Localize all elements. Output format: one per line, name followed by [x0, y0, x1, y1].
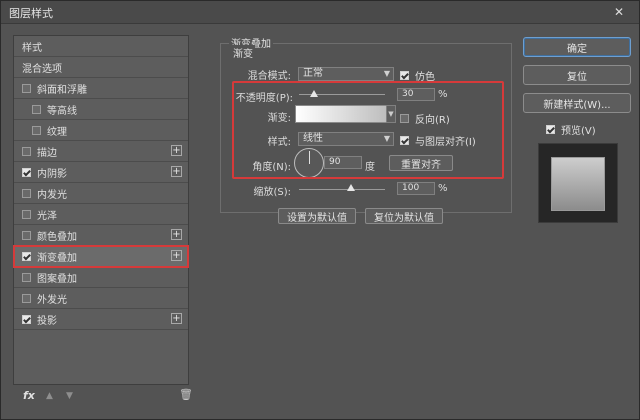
checkbox-checked-icon[interactable] — [22, 167, 31, 177]
checkbox-icon[interactable] — [32, 125, 41, 135]
style-item[interactable]: 投影 + — [14, 309, 188, 330]
add-icon[interactable]: + — [171, 145, 182, 156]
add-icon[interactable]: + — [171, 250, 182, 261]
scale-label: 缩放(S): — [253, 187, 291, 198]
checkbox-icon[interactable] — [22, 146, 31, 156]
style-item[interactable]: 光泽 — [14, 204, 188, 225]
close-icon: ✕ — [613, 5, 625, 19]
close-button[interactable]: ✕ — [607, 3, 631, 21]
style-item[interactable]: 内发光 — [14, 183, 188, 204]
style-item-label: 投影 — [37, 315, 57, 327]
styles-list: 样式 混合选项 斜面和浮雕等高线纹理描边 + 内阴影 + 内发光光泽颜色叠加 + 渐变叠加 +… — [13, 35, 189, 385]
reset-button[interactable]: 复位 — [523, 65, 631, 85]
styles-footer: fx ▲ ▼ 🗑 — [13, 387, 193, 407]
style-item-label: 内发光 — [37, 189, 67, 201]
styles-header[interactable]: 样式 — [14, 36, 188, 57]
style-item-label: 纹理 — [47, 126, 67, 138]
style-item[interactable]: 等高线 — [14, 99, 188, 120]
scale-input[interactable]: 100 — [397, 182, 435, 195]
style-item[interactable]: 纹理 — [14, 120, 188, 141]
checkbox-icon[interactable] — [22, 293, 31, 303]
style-item-label: 颜色叠加 — [37, 231, 77, 243]
style-item-label: 外发光 — [37, 294, 67, 306]
checkbox-icon[interactable] — [22, 188, 31, 198]
style-item-label: 光泽 — [37, 210, 57, 222]
scale-slider-thumb[interactable] — [346, 184, 355, 191]
new-style-button[interactable]: 新建样式(W)... — [523, 93, 631, 113]
style-item-label: 图案叠加 — [37, 273, 77, 285]
layer-style-dialog: 图层样式 ✕ 样式 混合选项 斜面和浮雕等高线纹理描边 + 内阴影 + 内发光光泽颜色叠… — [0, 0, 640, 420]
style-item-label: 描边 — [37, 147, 57, 159]
style-item-label: 渐变叠加 — [37, 252, 77, 264]
highlight-box — [232, 81, 504, 179]
ok-button[interactable]: 确定 — [523, 37, 631, 57]
style-item[interactable]: 渐变叠加 + — [13, 245, 189, 268]
checkbox-icon[interactable] — [22, 83, 31, 93]
checkbox-icon[interactable] — [22, 272, 31, 282]
checkbox-icon[interactable] — [32, 104, 41, 114]
style-item[interactable]: 斜面和浮雕 — [14, 78, 188, 99]
set-default-button[interactable]: 设置为默认值 — [278, 208, 356, 224]
style-item[interactable]: 内阴影 + — [14, 162, 188, 183]
preview-check-icon — [546, 125, 555, 134]
blend-mode-label: 混合模式: — [247, 71, 291, 82]
style-item-label: 内阴影 — [37, 168, 67, 180]
add-icon[interactable]: + — [171, 229, 182, 240]
style-item-label: 等高线 — [47, 105, 77, 117]
preview-swatch — [551, 157, 605, 211]
scale-unit: % — [438, 183, 448, 194]
trash-icon[interactable]: 🗑 — [179, 388, 193, 401]
add-icon[interactable]: + — [171, 313, 182, 324]
checkbox-icon[interactable] — [22, 209, 31, 219]
checkbox-icon[interactable] — [22, 230, 31, 240]
blend-options-label: 混合选项 — [22, 63, 62, 75]
checkbox-checked-icon[interactable] — [22, 251, 31, 261]
style-item[interactable]: 外发光 — [14, 288, 188, 309]
preview-thumbnail — [538, 143, 618, 223]
reset-default-button[interactable]: 复位为默认值 — [365, 208, 443, 224]
style-item[interactable]: 图案叠加 — [14, 267, 188, 288]
dither-check-icon — [400, 71, 409, 80]
move-down-icon[interactable]: ▼ — [66, 391, 73, 401]
style-item-label: 斜面和浮雕 — [37, 84, 87, 96]
blend-mode-select[interactable]: 正常 ▼ — [298, 67, 394, 81]
style-item[interactable]: 描边 + — [14, 141, 188, 162]
subsection-title: 渐变 — [231, 45, 255, 60]
style-item[interactable]: 颜色叠加 + — [14, 225, 188, 246]
preview-checkbox[interactable]: 预览(V) — [546, 122, 596, 137]
styles-header-label: 样式 — [22, 42, 42, 54]
blend-mode-value: 正常 — [303, 68, 323, 79]
checkbox-checked-icon[interactable] — [22, 314, 31, 324]
blend-options-item[interactable]: 混合选项 — [14, 57, 188, 78]
fx-button[interactable]: fx — [23, 389, 35, 402]
window-title: 图层样式 — [9, 7, 53, 20]
add-icon[interactable]: + — [171, 166, 182, 177]
move-up-icon[interactable]: ▲ — [46, 391, 53, 401]
title-bar: 图层样式 ✕ — [1, 1, 639, 24]
preview-label: 预览(V) — [561, 126, 596, 137]
chevron-down-icon: ▼ — [383, 69, 390, 78]
scale-slider-track[interactable] — [299, 189, 385, 190]
